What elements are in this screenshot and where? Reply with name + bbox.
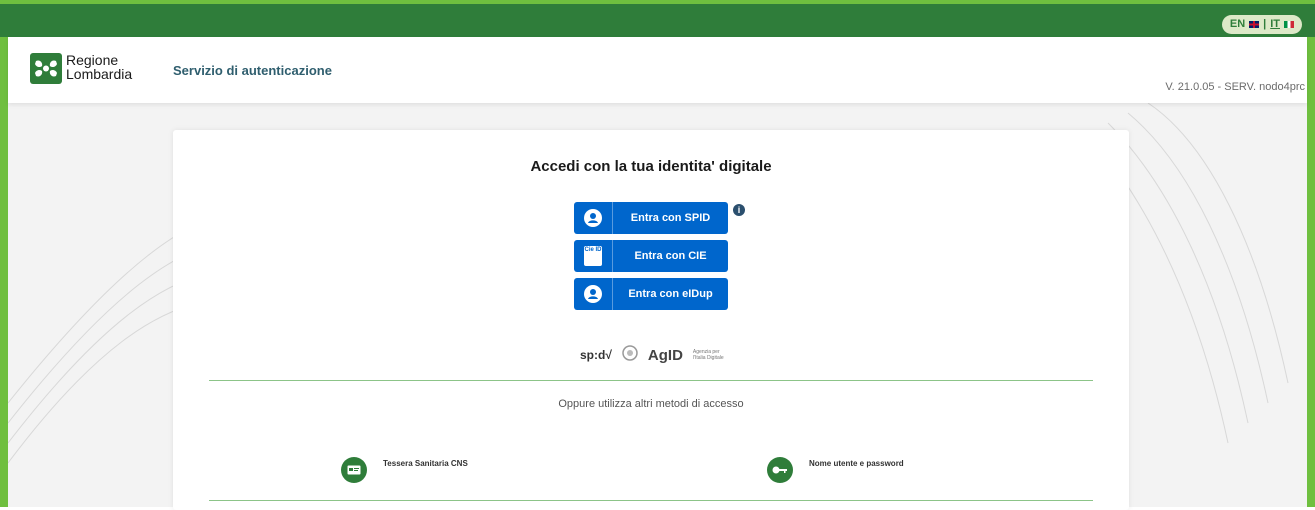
service-title: Servizio di autenticazione (173, 63, 332, 78)
agid-emblem-icon (622, 344, 638, 366)
header: Regione Lombardia Servizio di autenticaz… (8, 37, 1307, 103)
cie-button-label: Entra con CIE (634, 250, 707, 262)
version-label: V. 21.0.05 - SERV. nodo4prc (1165, 81, 1305, 93)
agid-logo: AgID (647, 346, 683, 364)
username-password-label: Nome utente e password (809, 458, 904, 468)
eidup-button-label: Entra con eIDup (628, 288, 713, 300)
cns-label: Tessera Sanitaria CNS (383, 458, 468, 468)
italy-flag-icon (1284, 21, 1294, 28)
eidup-login-button[interactable]: Entra con eIDup (574, 278, 728, 310)
language-switcher: EN | IT (1221, 15, 1302, 34)
login-card: Accedi con la tua identita' digitale Ent… (173, 130, 1129, 510)
cie-login-button[interactable]: Cie ID Entra con CIE (574, 240, 728, 272)
logo-text: Regione Lombardia (66, 53, 132, 81)
lang-separator: | (1263, 18, 1267, 30)
logo-line-1: Regione (66, 52, 119, 68)
spid-button-label: Entra con SPID (630, 212, 711, 224)
spid-login-button[interactable]: Entra con SPID (574, 202, 728, 234)
key-icon (767, 457, 793, 483)
health-card-icon (341, 457, 367, 483)
regione-lombardia-logo-icon[interactable] (30, 53, 62, 84)
cie-id-card-icon: Cie ID (574, 240, 613, 272)
user-icon (574, 278, 613, 310)
spid-logo: sp:d√ (580, 348, 612, 362)
username-password-option[interactable]: Nome utente e password (767, 457, 904, 483)
divider (209, 380, 1093, 381)
top-bar: EN | IT (0, 4, 1315, 37)
cns-login-option[interactable]: Tessera Sanitaria CNS (341, 457, 468, 483)
logo-line-2: Lombardia (66, 66, 133, 82)
alt-methods-text: Oppure utilizza altri metodi di accesso (558, 398, 744, 410)
lang-en-link[interactable]: EN (1230, 15, 1245, 34)
logo-glyph-icon (35, 60, 57, 77)
partner-logos: sp:d√ AgID Agenzia per l'Italia Digitale (580, 344, 727, 366)
login-title: Accedi con la tua identita' digitale (530, 158, 772, 175)
uk-flag-icon (1249, 21, 1260, 28)
divider-bottom (209, 500, 1093, 501)
agid-subtitle: Agenzia per l'Italia Digitale (692, 349, 724, 361)
lang-it-link[interactable]: IT (1270, 15, 1280, 34)
info-icon[interactable]: i (733, 204, 745, 216)
user-icon (574, 202, 613, 234)
